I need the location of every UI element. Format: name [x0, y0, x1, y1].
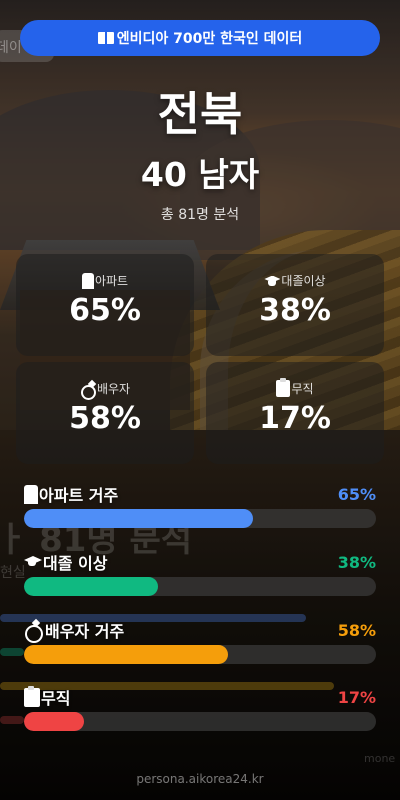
card-label: 대졸이상	[281, 274, 326, 288]
card-label: 배우자	[96, 382, 131, 396]
graduation-cap-icon	[264, 275, 280, 287]
book-icon	[97, 32, 114, 44]
ring-icon	[24, 620, 44, 643]
stat-percent: 17%	[337, 687, 376, 707]
card-unemployed: 무직 17%	[206, 362, 384, 464]
data-source-badge[interactable]: 엔비디아 700만 한국인 데이터	[20, 20, 380, 56]
clipboard-icon	[24, 685, 40, 707]
region-title: 전북	[157, 87, 243, 141]
stat-percent: 65%	[337, 484, 376, 504]
card-label: 무직	[291, 382, 314, 396]
stat-college: 대졸 이상 38%	[24, 551, 376, 596]
footer-link[interactable]: persona.aikorea24.kr	[0, 772, 400, 786]
card-value: 65%	[69, 293, 141, 328]
progress-track	[24, 509, 376, 528]
progress-fill	[24, 577, 158, 596]
apartment-icon	[24, 484, 38, 504]
card-college: 대졸이상 38%	[206, 254, 384, 356]
card-label: 아파트	[94, 274, 129, 288]
stat-unemployed: 무직 17%	[24, 685, 376, 731]
card-value: 17%	[259, 401, 331, 436]
clipboard-icon	[276, 378, 291, 397]
progress-fill	[24, 712, 84, 731]
sample-count: 총 81명 분석	[160, 207, 240, 223]
card-spouse: 배우자 58%	[16, 362, 194, 464]
progress-track	[24, 712, 376, 731]
stat-percent: 38%	[337, 552, 376, 572]
card-value: 38%	[259, 293, 331, 328]
progress-fill	[24, 645, 229, 664]
stat-apartment: 아파트 거주 65%	[24, 483, 376, 528]
apartment-icon	[81, 272, 94, 289]
stat-label: 대졸 이상	[43, 554, 108, 573]
progress-track	[24, 577, 376, 596]
stat-label: 무직	[41, 689, 71, 708]
stat-spouse: 배우자 거주 58%	[24, 619, 376, 664]
stat-percent: 58%	[337, 620, 376, 640]
stat-label: 배우자 거주	[45, 622, 125, 641]
progress-track	[24, 645, 376, 664]
ring-icon	[80, 381, 96, 400]
badge-text: 엔비디아 700만 한국인 데이터	[116, 31, 303, 47]
stat-label: 아파트 거주	[39, 486, 119, 505]
persona-title: 40 남자	[140, 155, 260, 194]
card-apartment: 아파트 65%	[16, 254, 194, 356]
card-value: 58%	[69, 401, 141, 436]
progress-fill	[24, 509, 253, 528]
graduation-cap-icon	[24, 555, 42, 569]
